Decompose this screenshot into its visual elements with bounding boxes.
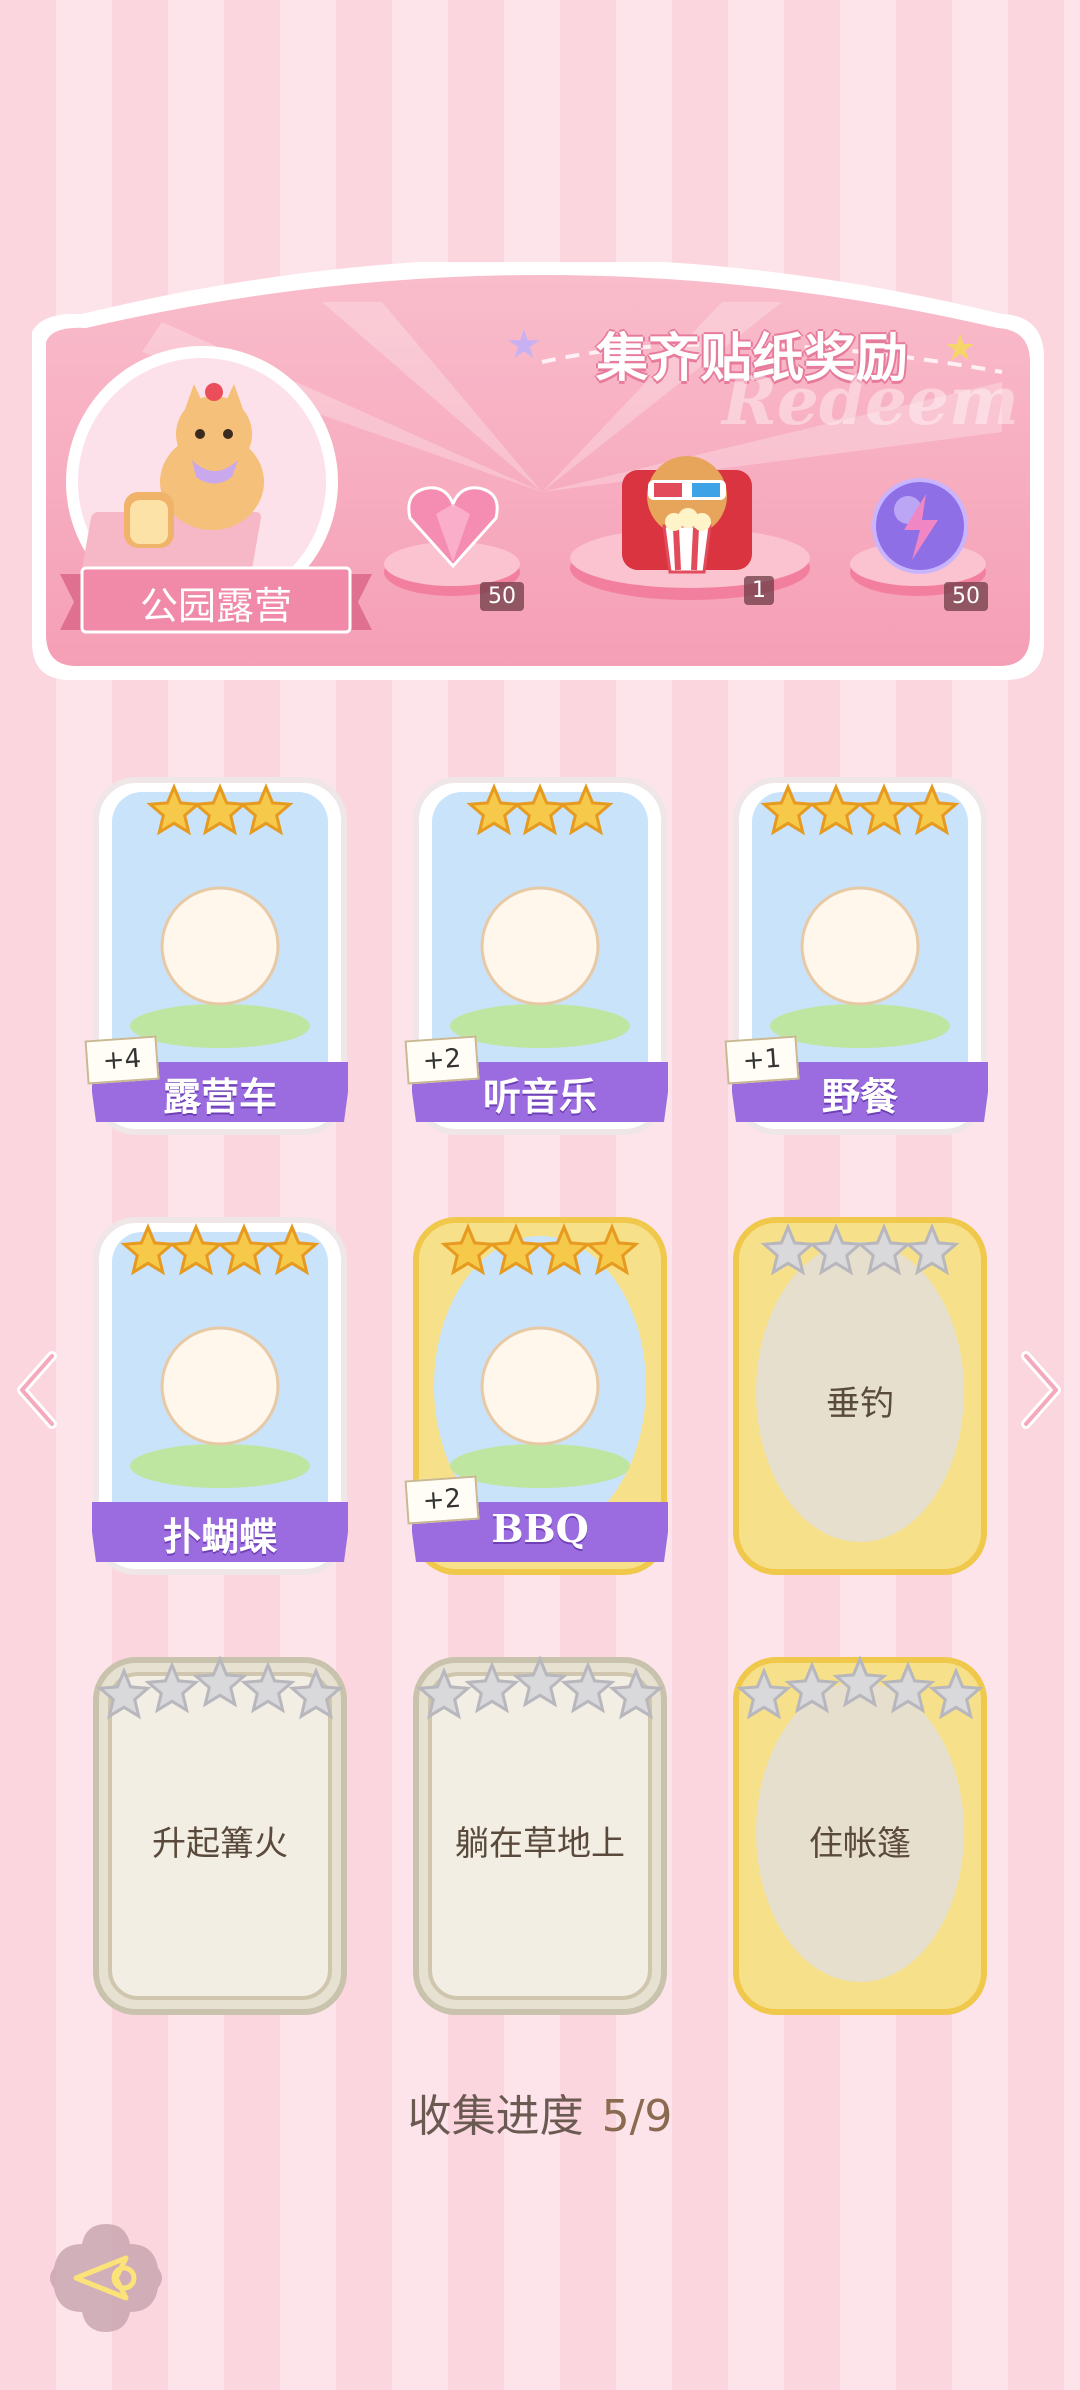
star-icon [608,1667,664,1720]
star-icon [192,1656,248,1708]
reward-banner: 公园露营 ★ 集齐贴纸奖励 ★ Redeem 50 1 50 [22,262,1054,690]
reward-count: 50 [480,582,524,611]
star-icon [144,1661,200,1714]
bear-butterfly-net-illustration [160,1326,280,1446]
star-icon [808,1223,864,1276]
star-icon [464,1661,520,1714]
redeem-watermark: Redeem [722,362,1019,440]
sticker-card[interactable]: 野餐 +1 [724,776,988,1136]
star-rating [760,1223,960,1276]
star-icon [928,1667,984,1720]
chevron-right-icon[interactable] [1016,1350,1066,1430]
star-icon [240,1661,296,1714]
reward-count: 1 [744,576,774,605]
collection-progress: 收集进度 5/9 [0,2080,1080,2144]
sticker-name: 住帐篷 [809,1824,911,1864]
star-icon [760,1223,816,1276]
star-icon [736,1667,792,1720]
star-icon [560,1661,616,1714]
sticker-card[interactable]: 听音乐 +2 [404,776,668,1136]
sticker-name: 躺在草地上 [455,1824,625,1864]
lightning-orb-icon [872,478,968,574]
star-icon [512,783,568,836]
star-icon [168,1223,224,1276]
star-rating [440,1223,640,1276]
duplicate-count-badge: +2 [404,1475,480,1525]
sticker-card[interactable]: 垂钓 [732,1216,988,1576]
cat-bbq-illustration [480,1326,600,1446]
sticker-card[interactable]: 躺在草地上 [412,1656,668,2016]
sticker-name: 升起篝火 [152,1824,288,1864]
star-icon [440,1223,496,1276]
star-icon [466,783,522,836]
sticker-card[interactable]: 升起篝火 [92,1656,348,2016]
star-icon [536,1223,592,1276]
star-icon [760,783,816,836]
camper-car-illustration [160,886,280,1006]
star-icon [120,1223,176,1276]
sticker-card[interactable]: 住帐篷 [732,1656,988,2016]
star-icon [216,1223,272,1276]
sticker-card[interactable]: BBQ +2 [404,1216,668,1576]
cinema-cat-popcorn-icon [622,456,752,574]
star-rating [736,1656,984,1720]
star-icon [856,783,912,836]
star-rating [760,783,960,836]
star-icon [808,783,864,836]
bunny-headphones-illustration [480,886,600,1006]
star-icon [238,783,294,836]
star-icon [784,1661,840,1714]
theme-name-label: 公园露营 [139,584,292,628]
star-icon [288,1667,344,1720]
duplicate-count-badge: +1 [724,1035,800,1085]
star-icon [880,1661,936,1714]
chevron-left-icon[interactable] [12,1350,62,1430]
star-rating [466,783,614,836]
star-rating [146,783,294,836]
sticker-name: 垂钓 [826,1384,894,1424]
star-rating [120,1223,320,1276]
star-icon [192,783,248,836]
star-icon [558,783,614,836]
star-icon [904,783,960,836]
star-icon [264,1223,320,1276]
duplicate-count-badge: +4 [84,1035,160,1085]
sticker-name: 扑蝴蝶 [162,1514,277,1559]
star-icon [146,783,202,836]
star-icon [904,1223,960,1276]
star-icon [584,1223,640,1276]
progress-value: 5/9 [601,2091,673,2142]
star-icon [856,1223,912,1276]
duplicate-count-badge: +2 [404,1035,480,1085]
star-icon [832,1656,888,1708]
cat-picnic-illustration [800,886,920,1006]
sticker-card[interactable]: 扑蝴蝶 [92,1216,348,1576]
progress-label: 收集进度 [407,2091,584,2142]
star-icon [488,1223,544,1276]
star-rating [416,1656,664,1720]
star-icon [512,1656,568,1708]
star-rating [96,1656,344,1720]
back-button[interactable] [46,2218,166,2338]
star-icon [416,1667,472,1720]
star-icon [96,1667,152,1720]
pink-diamond-heart-icon [407,486,499,568]
sparkle-star-icon: ★ [506,322,542,368]
reward-count: 50 [944,582,988,611]
sticker-card[interactable]: 露营车 +4 [84,776,348,1136]
